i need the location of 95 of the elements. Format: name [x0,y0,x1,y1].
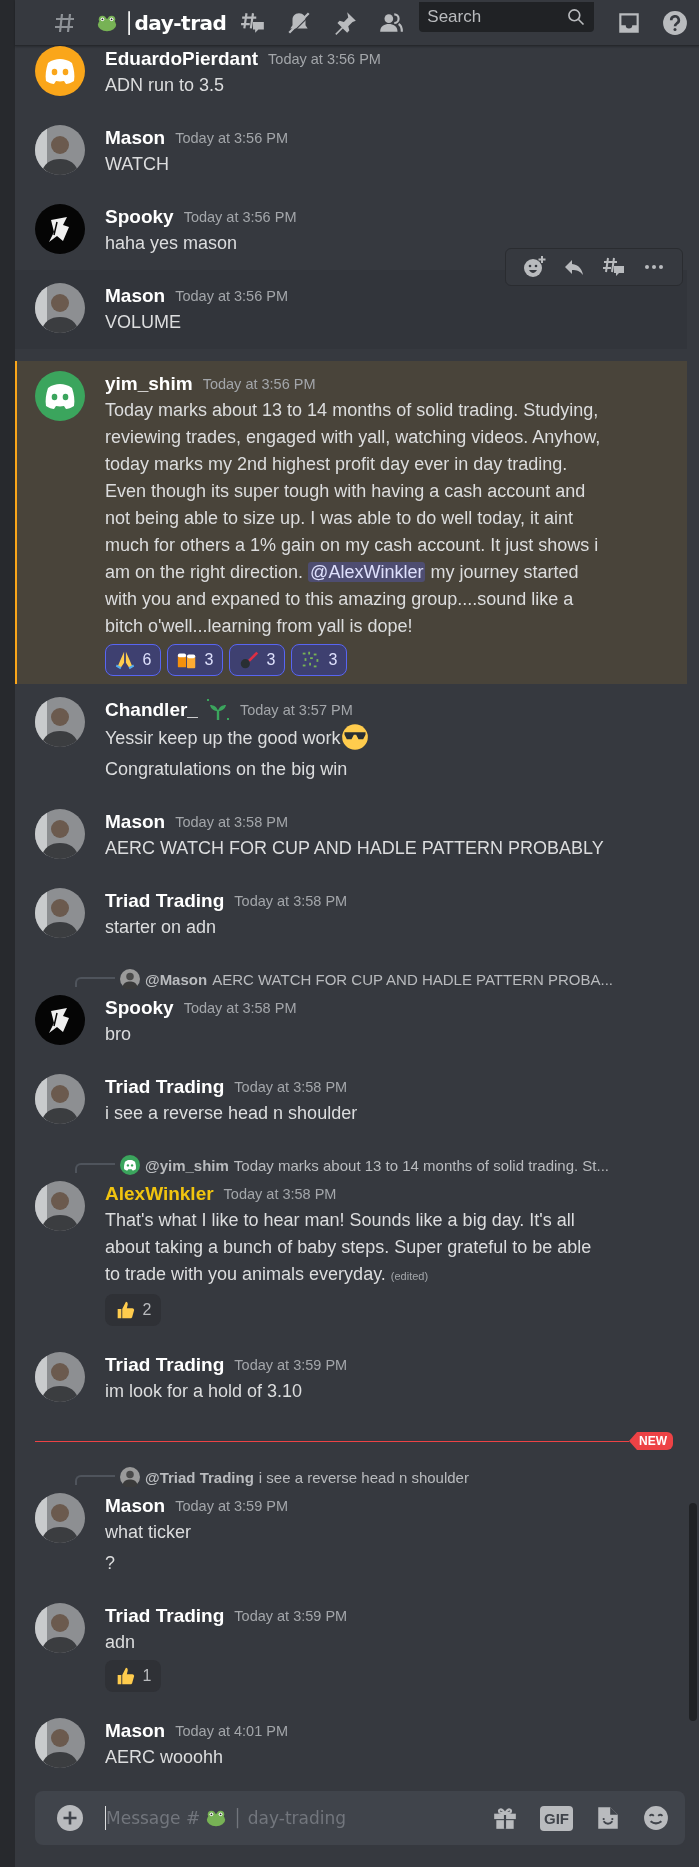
timestamp: Today at 3:56 PM [202,376,316,392]
reply-preview[interactable]: Today marks about 13 to 14 months of solid trading. St... [233,1156,610,1174]
timestamp: Today at 3:59 PM [234,1357,348,1373]
message-text: Congratulations on the big win [105,758,349,781]
author-name[interactable]: Mason [105,811,166,833]
message-text: WATCH [105,153,170,176]
scrollbar[interactable] [689,1503,697,1721]
message-text: im look for a hold of 3.10 [105,1380,304,1403]
timestamp: Today at 3:58 PM [183,1000,297,1016]
timestamp: Today at 3:56 PM [268,51,381,67]
avatar [120,1467,140,1487]
message-text: AERC WATCH FOR CUP AND HADLE PATTERN PROBABLY [105,837,605,860]
search-field[interactable]: Search [419,1,595,32]
avatar[interactable] [35,1181,85,1231]
discord-logo-avatar[interactable] [35,46,85,96]
avatar[interactable] [35,995,85,1045]
help-icon[interactable] [662,9,689,36]
timestamp: Today at 3:57 PM [239,702,353,718]
message-text: AERC wooohh [105,1746,225,1769]
avatar[interactable] [35,1074,85,1124]
message-text: what ticker [105,1521,193,1544]
reaction-button[interactable]: 6 [105,644,161,676]
message-text: Today marks about 13 to 14 months of solid trading. Studying, reviewing trades, engaged with yall, watching videos. Anyhow, today marks my 2nd highest profit day ever in day trading. Even though its super tough with having a cash account and not being able to size up. I was able to do well today, it aint much for others a 1% gain on my cash account. It just shows i am on the right direction. @AlexWinkler my journey started with you and expaned to this amazing group....sound like a bitch o'well...learning from yall is dope! [105,399,602,638]
timestamp: Today at 3:56 PM [175,130,289,146]
author-name[interactable]: Chandler_ [105,699,198,721]
avatar[interactable] [35,204,85,254]
author-name[interactable]: Mason [105,127,166,149]
gift-icon[interactable] [492,1805,518,1831]
author-name[interactable]: Mason [105,285,166,307]
reply-line [75,1163,115,1173]
reaction-button[interactable]: 3 [291,644,347,676]
author-name[interactable]: Triad Trading [105,1076,225,1098]
sticker-icon[interactable] [595,1805,621,1831]
user-mention[interactable]: @AlexWinkler [308,562,426,582]
author-name[interactable]: Spooky [105,997,174,1019]
author-name[interactable]: yim_shim [105,373,193,395]
search-icon [566,6,587,27]
add-attachment-icon[interactable] [57,1805,83,1831]
avatar [120,969,140,989]
message-text: ? [105,1552,116,1575]
reaction-button[interactable]: 3 [229,644,285,676]
message-text: That's what I like to hear man! Sounds like a big day. It's all about taking a bunch of baby steps. Super grateful to be able to trade with you animals everyday. (edited) [105,1209,593,1286]
avatar[interactable] [35,283,85,333]
avatar[interactable] [35,809,85,859]
reaction-button[interactable]: 1 [105,1660,161,1692]
author-name[interactable]: Mason [105,1495,166,1517]
gif-button[interactable]: GIF [540,1805,573,1831]
avatar[interactable] [35,125,85,175]
sunglasses-emoji-icon [340,723,369,751]
author-name[interactable]: Triad Trading [105,890,225,912]
message-text: starter on adn [105,916,218,939]
reaction-button[interactable]: 3 [167,644,223,676]
timestamp: Today at 3:58 PM [223,1186,337,1202]
reply-preview[interactable]: i see a reverse head n shoulder [258,1468,469,1486]
timestamp: Today at 3:59 PM [175,1498,289,1514]
message-text: i see a reverse head n shoulder [105,1102,359,1125]
message-text: bro [105,1023,132,1046]
message-text: adn [105,1631,137,1654]
discord-logo-icon [120,1155,140,1175]
author-name[interactable]: Triad Trading [105,1605,225,1627]
avatar[interactable] [35,1493,85,1543]
edited-label: (edited) [390,1270,429,1282]
timestamp: Today at 4:01 PM [175,1723,289,1739]
avatar[interactable] [35,888,85,938]
reply-line [75,977,115,987]
message-text: VOLUME [105,311,183,334]
channel-name: │day-trad [123,10,227,35]
avatar[interactable] [35,1603,85,1653]
author-name[interactable]: AlexWinkler [105,1183,214,1205]
avatar[interactable] [35,697,85,747]
reply-author[interactable]: @yim_shim [145,1156,229,1174]
message-text: haha yes mason [105,232,239,255]
timestamp: Today at 3:58 PM [234,893,348,909]
reply-author[interactable]: @Mason [145,970,208,988]
author-name[interactable]: Spooky [105,206,174,228]
author-name[interactable]: EduardoPierdant [105,48,259,70]
timestamp: Today at 3:58 PM [234,1079,348,1095]
timestamp: Today at 3:58 PM [175,814,289,830]
timestamp: Today at 3:56 PM [175,288,289,304]
timestamp: Today at 3:59 PM [234,1608,348,1624]
message-text: Yessir keep up the good work [105,723,605,752]
author-name[interactable]: Triad Trading [105,1354,225,1376]
message-text: ADN run to 3.5 [105,74,226,97]
author-name[interactable]: Mason [105,1720,166,1742]
discord-logo-avatar[interactable] [35,371,85,421]
reply-preview[interactable]: AERC WATCH FOR CUP AND HADLE PATTERN PROBA... [212,970,614,988]
emoji-icon[interactable] [643,1805,669,1831]
reaction-button[interactable]: 2 [105,1294,161,1326]
reply-author[interactable]: @Triad Trading [145,1468,254,1486]
reply-line [75,1475,115,1485]
avatar[interactable] [35,1718,85,1768]
new-messages-badge: NEW [629,1432,673,1450]
avatar[interactable] [35,1352,85,1402]
timestamp: Today at 3:56 PM [183,209,297,225]
horn-icon [238,649,260,671]
